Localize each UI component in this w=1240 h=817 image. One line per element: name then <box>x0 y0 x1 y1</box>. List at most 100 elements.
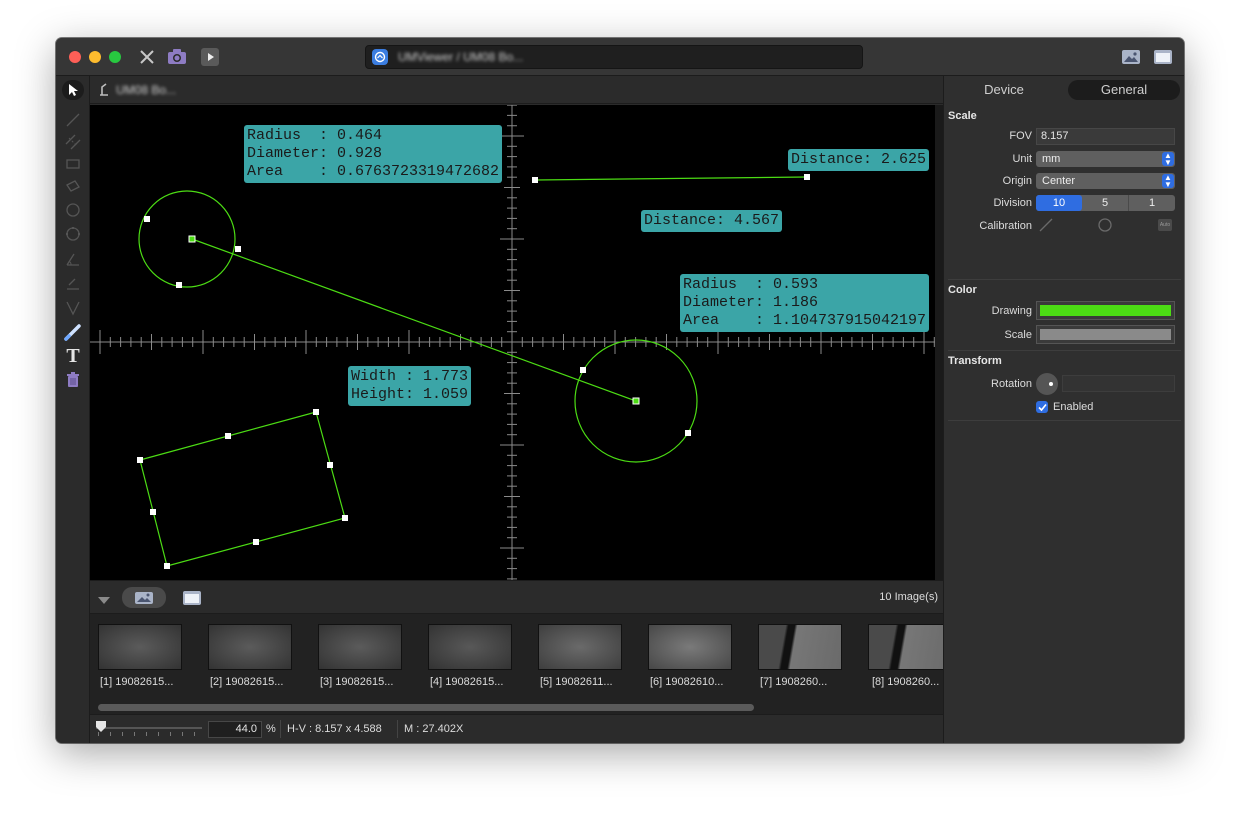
zoom-unit: % <box>266 723 276 735</box>
fov-label: FOV <box>1009 130 1032 142</box>
thumbnail-image[interactable] <box>868 624 943 670</box>
strip-image-view-icon[interactable] <box>122 587 166 608</box>
pin-icon[interactable] <box>98 83 110 102</box>
unit-select[interactable]: mm ▲ ▼ <box>1036 151 1175 167</box>
tab-device[interactable]: Device <box>948 80 1060 100</box>
strip-window-view-icon[interactable] <box>182 590 202 611</box>
trash-icon[interactable] <box>62 370 84 390</box>
division-option-5[interactable]: 5 <box>1082 195 1129 211</box>
parallel-lines-tool-icon[interactable] <box>62 132 84 152</box>
zoom-window-button[interactable] <box>109 51 121 63</box>
handle[interactable] <box>685 430 691 436</box>
status-divider <box>397 720 398 738</box>
canvas-vertical-scrollbar[interactable] <box>935 105 943 580</box>
handle[interactable] <box>137 457 143 463</box>
thumbnail-caption: [1] 19082615... <box>100 676 174 688</box>
distance-line-top[interactable] <box>534 176 808 181</box>
handle[interactable] <box>253 539 259 545</box>
rotation-dial[interactable] <box>1036 373 1058 395</box>
handle[interactable] <box>225 433 231 439</box>
handle[interactable] <box>144 216 150 222</box>
canvas-header: UM08 Bo... <box>90 76 943 104</box>
close-window-button[interactable] <box>69 51 81 63</box>
measurement-canvas[interactable]: Radius : 0.464 Diameter: 0.928 Area : 0.… <box>90 105 935 580</box>
angle-two-lines-tool-icon[interactable] <box>62 274 84 294</box>
text-tool-icon[interactable]: T <box>62 345 84 367</box>
disconnect-x-icon[interactable] <box>136 46 158 68</box>
handle[interactable] <box>532 177 538 183</box>
center-handle[interactable] <box>188 235 196 243</box>
rectangle-tool-icon[interactable] <box>62 154 84 174</box>
window-view-icon[interactable] <box>1152 46 1174 68</box>
distance1-label[interactable]: Distance: 2.625 <box>788 149 930 171</box>
title-bar: UMViewer / UM08 Bo... <box>56 38 1184 76</box>
circle2-measure-label[interactable]: Radius : 0.593 Diameter: 1.186 Area : 1.… <box>680 274 930 332</box>
thumbnail-image[interactable] <box>758 624 842 670</box>
thumbnail-image[interactable] <box>98 624 182 670</box>
section-title-transform: Transform <box>948 355 1002 367</box>
thumbnail-caption: [5] 19082611... <box>540 676 613 688</box>
drawing-color-well[interactable] <box>1036 301 1175 320</box>
rotated-rectangle-tool-icon[interactable] <box>62 176 84 196</box>
play-icon[interactable] <box>200 46 220 68</box>
measure-rectangle[interactable] <box>139 411 346 567</box>
app-logo-icon <box>372 49 388 65</box>
pen-tool-icon[interactable] <box>62 322 84 342</box>
thumbnail-caption: [6] 19082610... <box>650 676 724 688</box>
vertex-angle-tool-icon[interactable] <box>62 298 84 318</box>
division-option-1[interactable]: 1 <box>1129 195 1175 211</box>
unit-label: Unit <box>1012 153 1032 165</box>
calibration-auto-button[interactable]: Auto <box>1158 219 1172 231</box>
circle-tool-icon[interactable] <box>62 200 84 220</box>
distance2-label[interactable]: Distance: 4.567 <box>641 210 783 232</box>
thumbnail-image[interactable] <box>648 624 732 670</box>
scrollbar-thumb[interactable] <box>98 704 754 711</box>
circle-three-point-tool-icon[interactable] <box>62 224 84 244</box>
calibration-line-icon[interactable] <box>1038 217 1054 238</box>
thumbnail-image[interactable] <box>428 624 512 670</box>
handle[interactable] <box>342 515 348 521</box>
zoom-percent-input[interactable]: 44.0 <box>208 721 262 738</box>
origin-select[interactable]: Center ▲ ▼ <box>1036 173 1175 189</box>
rectangle-measure-label[interactable]: Width : 1.773 Height: 1.059 <box>348 366 472 406</box>
select-arrow-icon[interactable] <box>62 80 84 100</box>
measure-circle-1[interactable] <box>138 190 236 288</box>
handle[interactable] <box>164 563 170 569</box>
canvas-title: UM08 Bo... <box>116 83 177 97</box>
handle[interactable] <box>580 367 586 373</box>
rotation-input[interactable] <box>1062 375 1175 392</box>
handle[interactable] <box>804 174 810 180</box>
thumbnail-image[interactable] <box>538 624 622 670</box>
zoom-slider-track[interactable] <box>96 727 202 729</box>
app-window: UMViewer / UM08 Bo... T UM08 Bo... Radiu… <box>56 38 1184 743</box>
camera-icon[interactable] <box>165 46 189 68</box>
handle[interactable] <box>235 246 241 252</box>
tab-general[interactable]: General <box>1068 80 1180 100</box>
handle[interactable] <box>327 462 333 468</box>
image-strip: [1] 19082615... [2] 19082615... [3] 1908… <box>90 614 943 714</box>
popup-arrows-icon: ▲ ▼ <box>1162 174 1174 189</box>
scale-color-label: Scale <box>1004 329 1032 341</box>
division-option-10[interactable]: 10 <box>1036 195 1082 211</box>
angle-tool-icon[interactable] <box>62 250 84 270</box>
fov-input[interactable]: 8.157 <box>1036 128 1175 145</box>
panel-tabs: Device General <box>948 80 1181 100</box>
thumbnail-image[interactable] <box>318 624 402 670</box>
enabled-checkbox[interactable] <box>1036 401 1048 413</box>
circle1-measure-label[interactable]: Radius : 0.464 Diameter: 0.928 Area : 0.… <box>244 125 503 183</box>
handle[interactable] <box>313 409 319 415</box>
section-divider <box>948 420 1181 421</box>
strip-horizontal-scrollbar[interactable] <box>90 700 943 714</box>
minimize-window-button[interactable] <box>89 51 101 63</box>
center-handle[interactable] <box>632 397 640 405</box>
calibration-circle-icon[interactable] <box>1097 217 1113 238</box>
thumbnail-image[interactable] <box>208 624 292 670</box>
image-view-icon[interactable] <box>1120 46 1142 68</box>
collapse-triangle-icon[interactable] <box>98 593 110 611</box>
rotation-dial-indicator <box>1049 382 1053 386</box>
zoom-slider-knob[interactable] <box>95 720 107 737</box>
scale-color-well[interactable] <box>1036 325 1175 344</box>
line-tool-icon[interactable] <box>62 110 84 130</box>
handle[interactable] <box>176 282 182 288</box>
handle[interactable] <box>150 509 156 515</box>
